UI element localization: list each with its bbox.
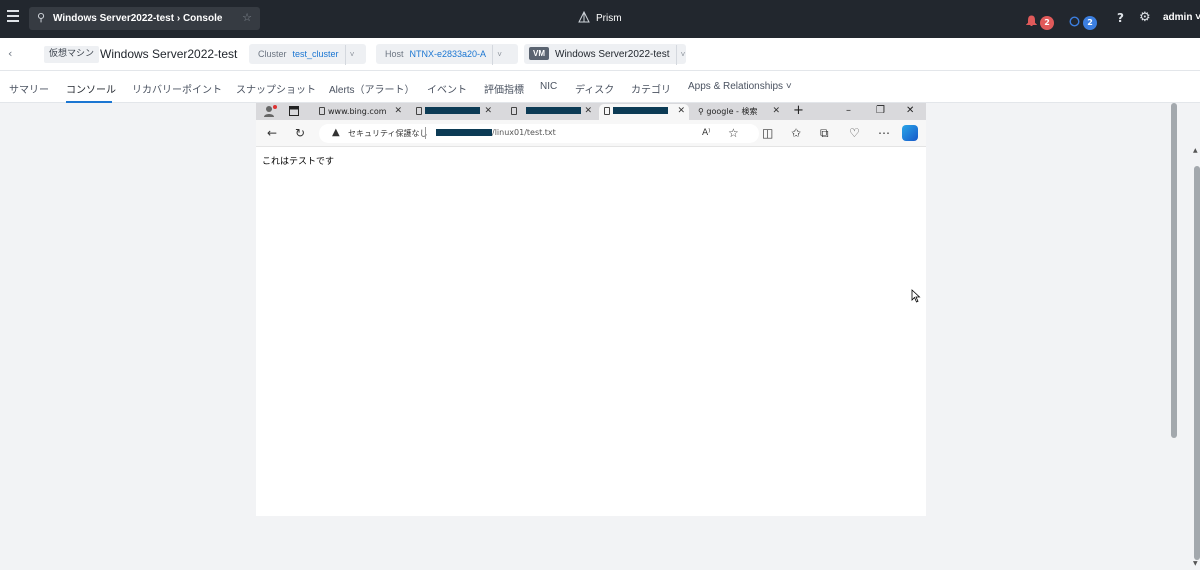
remote-tab-redacted-1[interactable]: ✕ [411,104,496,120]
host-link[interactable]: NTNX-e2833a20-A [410,49,487,59]
remote-page-content[interactable]: これはテストです [256,147,926,516]
user-menu[interactable]: admin ˅ [1163,12,1200,23]
tasks-count-badge: 2 [1083,16,1097,30]
text-file-content: これはテストです [262,157,335,167]
tab-actions-icon[interactable] [289,106,299,116]
tab-recovery-points[interactable]: リカバリーポイント [132,81,222,96]
chevron-down-icon[interactable]: ˅ [344,45,359,65]
tab-apps-relationships[interactable]: Apps & Relationships ˅ [688,81,792,92]
page-scrollbar-thumb[interactable] [1194,166,1200,560]
back-arrow-icon[interactable]: ← [267,126,277,140]
favorite-star-icon[interactable]: ☆ [242,11,252,24]
app-name: Prism [596,13,622,24]
vm-detail-tabs: サマリー コンソール リカバリーポイント スナップショット Alerts（アラー… [0,71,1200,103]
gear-icon[interactable]: ⚙ [1139,10,1151,25]
chevron-down-icon[interactable]: ˅ [675,45,690,65]
entity-breadcrumb-bar: ‹ 仮想マシン Windows Server2022-test Cluster t… [0,38,1200,71]
split-screen-icon[interactable]: ◫ [762,126,773,140]
task-spinner-icon [1069,16,1080,27]
redacted-tab-title [425,107,480,114]
read-aloud-icon[interactable]: A⁾ [702,126,710,140]
remote-tab-label: www.bing.com [328,107,387,116]
new-tab-button[interactable]: + [793,103,804,119]
cluster-selector[interactable]: Cluster test_cluster ˅ [249,44,366,65]
tab-alerts[interactable]: Alerts（アラート） [329,81,415,96]
tab-events[interactable]: イベント [427,81,467,96]
app-brand: Prism [578,11,622,24]
back-chevron-icon[interactable]: ‹ [8,47,12,60]
profile-icon[interactable] [263,105,277,118]
remote-tab-strip: www.bing.com ✕ ✕ ✕ ✕ ⚲ google - 検索 ✕ + – ❐… [256,103,926,120]
close-window-icon[interactable]: ✕ [906,103,914,119]
favorites-list-icon[interactable]: ✩ [791,126,801,140]
tab-disks[interactable]: ディスク [575,81,614,96]
search-icon: ⚲ [698,107,704,116]
tab-close-icon[interactable]: ✕ [484,104,492,119]
address-url[interactable]: /linux01/test.txt [436,128,556,137]
cluster-label: Cluster [258,49,287,59]
remote-tab-google[interactable]: ⚲ google - 検索 ✕ [692,104,784,120]
favorite-star-icon[interactable]: ☆ [728,126,739,140]
scroll-down-arrow-icon[interactable]: ▼ [1193,560,1198,567]
tab-close-icon[interactable]: ✕ [394,104,402,119]
copilot-icon[interactable] [902,125,918,141]
collections-icon[interactable]: ⧉ [820,126,829,140]
tab-metrics[interactable]: 評価指標 [484,81,524,96]
security-status[interactable]: セキュリティ保護なし [348,128,428,139]
remote-tab-bing[interactable]: www.bing.com ✕ [314,104,406,120]
tab-close-icon[interactable]: ✕ [772,104,780,119]
tab-categories[interactable]: カテゴリ [631,81,671,96]
minimize-icon[interactable]: – [846,103,851,119]
remote-tab-label: google - 検索 [706,107,758,116]
alerts-button[interactable]: 2 [1025,11,1054,30]
redacted-host [436,129,492,136]
vm-selector[interactable]: VM Windows Server2022-test ˅ [524,44,686,65]
chevron-down-icon[interactable]: ˅ [492,45,506,65]
address-divider [425,127,426,139]
tab-close-icon[interactable]: ✕ [677,104,685,119]
help-icon[interactable]: ? [1117,11,1124,25]
host-selector[interactable]: Host NTNX-e2833a20-A ˅ [376,44,518,65]
remote-browser-window[interactable]: www.bing.com ✕ ✕ ✕ ✕ ⚲ google - 検索 ✕ + – ❐… [256,103,926,516]
tab-summary[interactable]: サマリー [9,81,49,96]
url-path: /linux01/test.txt [492,128,556,137]
page-icon [604,107,610,115]
tab-close-icon[interactable]: ✕ [584,104,592,119]
hamburger-menu-icon[interactable] [7,10,19,22]
vm-tag: VM [529,47,549,60]
remote-tab-active[interactable]: ✕ [599,104,689,120]
tab-snapshots[interactable]: スナップショット [236,81,316,96]
browser-essentials-icon[interactable]: ♡ [849,126,860,140]
mouse-cursor-icon [911,289,921,303]
address-bar[interactable]: ▲ セキュリティ保護なし /linux01/test.txt [319,124,759,143]
redacted-tab-title [526,107,581,114]
vm-selector-value: Windows Server2022-test [555,49,670,60]
host-label: Host [385,49,404,59]
tab-nic[interactable]: NIC [540,81,557,92]
search-breadcrumb-text: Windows Server2022-test › Console [53,13,223,24]
remote-tab-redacted-2[interactable]: ✕ [506,104,596,120]
top-nav-bar: ⚲ Windows Server2022-test › Console ☆ Pr… [0,0,1200,38]
redacted-tab-title [613,107,668,114]
console-scrollbar-thumb[interactable] [1171,103,1177,438]
bell-icon [1025,15,1038,26]
tab-console[interactable]: コンソール [66,81,116,96]
tasks-button[interactable]: 2 [1069,11,1097,30]
global-search-box[interactable]: ⚲ Windows Server2022-test › Console ☆ [29,7,260,30]
warning-icon: ▲ [332,127,340,138]
refresh-icon[interactable]: ↻ [295,126,305,140]
scroll-up-arrow-icon[interactable]: ▲ [1193,147,1198,154]
cluster-link[interactable]: test_cluster [293,49,339,59]
remote-browser-toolbar: ← ↻ ▲ セキュリティ保護なし /linux01/test.txt A⁾ ☆ … [256,120,926,147]
search-icon: ⚲ [37,11,46,24]
page-title: Windows Server2022-test [100,47,238,61]
prism-logo-icon [578,11,590,23]
more-menu-icon[interactable]: ⋯ [878,126,890,140]
restore-icon[interactable]: ❐ [876,103,885,119]
vm-type-badge: 仮想マシン [44,46,100,63]
page-icon [416,107,422,115]
page-icon [511,107,517,115]
alerts-count-badge: 2 [1040,16,1054,30]
page-icon [319,107,325,115]
